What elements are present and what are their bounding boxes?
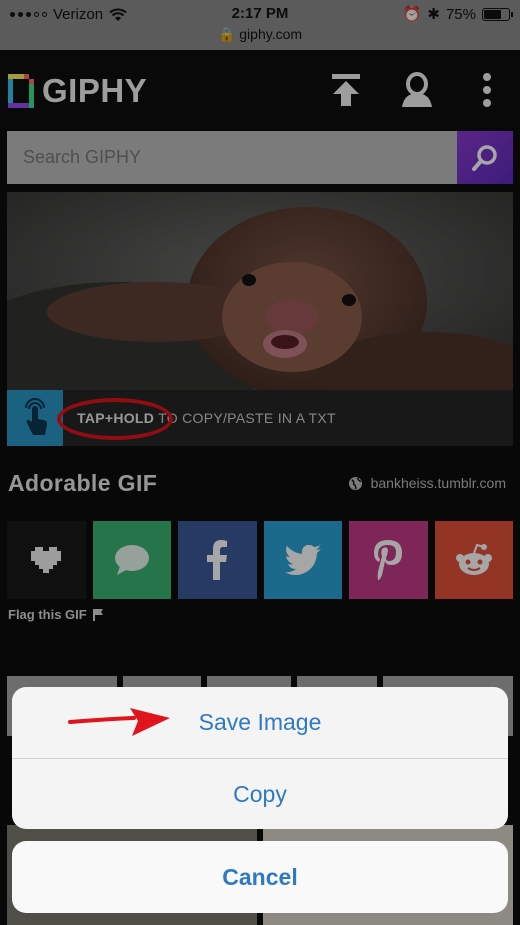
red-arrow-annotation [68, 708, 170, 736]
cancel-button[interactable]: Cancel [12, 841, 508, 913]
giphy-page: Verizon 2:17 PM 🔒 giphy.com ⏰ ✱ 75% GIPH… [0, 0, 520, 925]
copy-button[interactable]: Copy [12, 759, 508, 829]
